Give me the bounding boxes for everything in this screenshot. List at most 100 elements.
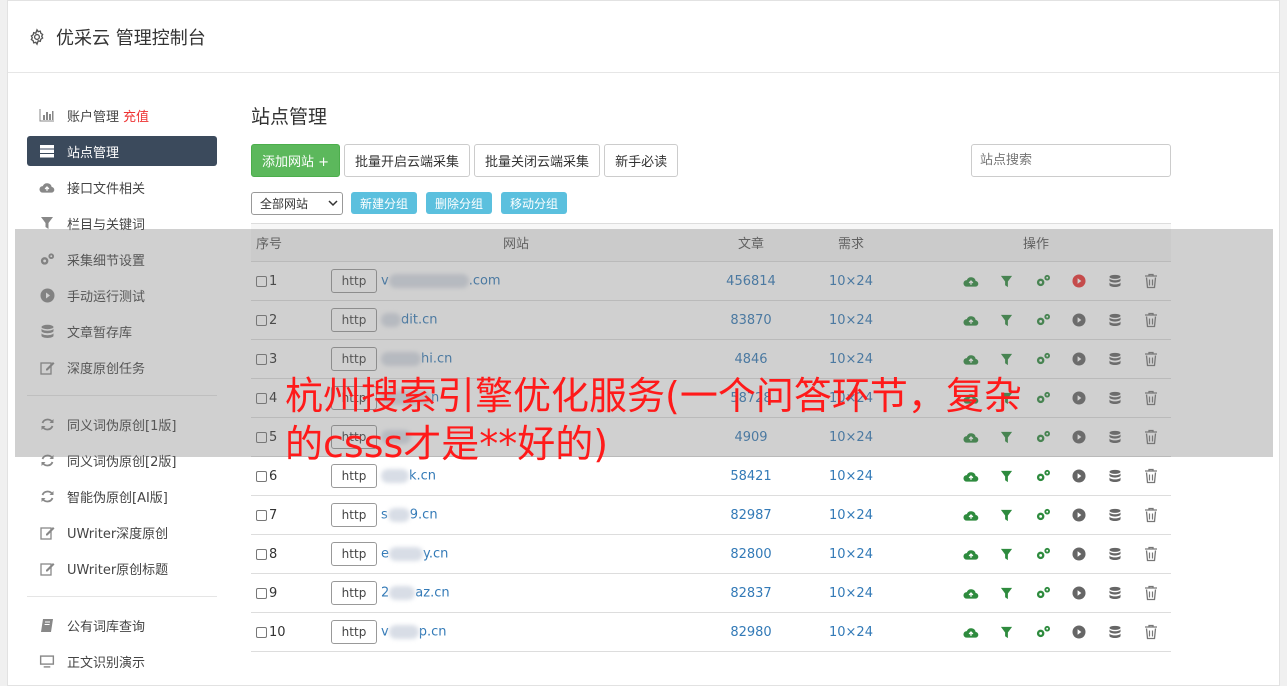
new-group-button[interactable]: 新建分组 xyxy=(351,192,418,214)
sidebar-item-10[interactable]: 智能伪原创[AI版] xyxy=(27,478,217,514)
demand-value[interactable]: 10×24 xyxy=(801,534,901,574)
site-domain-suffix[interactable]: az.cn xyxy=(415,586,449,601)
database-icon[interactable] xyxy=(1105,389,1124,408)
trash-icon[interactable] xyxy=(1141,389,1160,408)
database-icon[interactable] xyxy=(1105,311,1124,330)
cogs-icon[interactable] xyxy=(1033,506,1052,525)
row-checkbox[interactable] xyxy=(256,626,267,638)
batch-close-cloud-button[interactable]: 批量关闭云端采集 xyxy=(474,143,601,177)
row-checkbox[interactable] xyxy=(256,509,267,521)
demand-value[interactable]: 10×24 xyxy=(801,573,901,613)
article-count[interactable]: 83870 xyxy=(701,300,801,340)
http-button[interactable]: http xyxy=(331,581,377,605)
site-domain-prefix[interactable]: v xyxy=(381,625,389,640)
http-button[interactable]: http xyxy=(331,308,377,332)
delete-group-button[interactable]: 删除分组 xyxy=(426,192,493,214)
row-checkbox[interactable] xyxy=(256,431,267,443)
cloud-upload-icon[interactable] xyxy=(961,506,980,525)
database-icon[interactable] xyxy=(1105,584,1124,603)
row-checkbox[interactable] xyxy=(256,314,267,326)
article-count[interactable]: 82980 xyxy=(701,612,801,652)
filter-icon[interactable] xyxy=(997,311,1016,330)
filter-icon[interactable] xyxy=(997,623,1016,642)
article-count[interactable]: 456814 xyxy=(701,261,801,301)
sidebar-item-4[interactable]: 采集细节设置 xyxy=(27,241,217,277)
demand-value[interactable]: 10×24 xyxy=(801,300,901,340)
sidebar-item-3[interactable]: 栏目与关键词 xyxy=(27,205,217,241)
move-group-button[interactable]: 移动分组 xyxy=(501,192,568,214)
trash-icon[interactable] xyxy=(1141,350,1160,369)
trash-icon[interactable] xyxy=(1141,545,1160,564)
trash-icon[interactable] xyxy=(1141,584,1160,603)
recharge-link[interactable]: 充值 xyxy=(123,106,149,125)
play-circle-icon[interactable] xyxy=(1069,506,1088,525)
demand-value[interactable]: 10×24 xyxy=(801,495,901,535)
http-button[interactable]: http xyxy=(331,269,377,293)
row-checkbox[interactable] xyxy=(256,275,267,287)
demand-value[interactable]: 10×24 xyxy=(801,261,901,301)
trash-icon[interactable] xyxy=(1141,506,1160,525)
play-circle-icon[interactable] xyxy=(1069,545,1088,564)
cogs-icon[interactable] xyxy=(1033,272,1052,291)
sidebar-item-6[interactable]: 文章暂存库 xyxy=(27,313,217,349)
cloud-upload-icon[interactable] xyxy=(961,584,980,603)
http-button[interactable]: http xyxy=(331,542,377,566)
play-circle-icon[interactable] xyxy=(1069,272,1088,291)
filter-icon[interactable] xyxy=(997,584,1016,603)
site-search-input[interactable] xyxy=(971,143,1171,177)
cloud-upload-icon[interactable] xyxy=(961,350,980,369)
http-button[interactable]: http xyxy=(331,620,377,644)
sidebar-item-11[interactable]: UWriter深度原创 xyxy=(27,514,217,550)
filter-icon[interactable] xyxy=(997,272,1016,291)
newbie-guide-button[interactable]: 新手必读 xyxy=(604,143,679,177)
cogs-icon[interactable] xyxy=(1033,623,1052,642)
cogs-icon[interactable] xyxy=(1033,350,1052,369)
filter-icon[interactable] xyxy=(997,350,1016,369)
play-circle-icon[interactable] xyxy=(1069,311,1088,330)
cloud-upload-icon[interactable] xyxy=(961,467,980,486)
database-icon[interactable] xyxy=(1105,272,1124,291)
site-domain-prefix[interactable]: 2 xyxy=(381,586,389,601)
sidebar-item-0[interactable]: 账户管理 充值 xyxy=(27,97,217,133)
batch-open-cloud-button[interactable]: 批量开启云端采集 xyxy=(344,143,471,177)
add-site-button[interactable]: 添加网站 + xyxy=(251,143,341,177)
row-checkbox[interactable] xyxy=(256,353,267,365)
trash-icon[interactable] xyxy=(1141,623,1160,642)
article-count[interactable]: 82837 xyxy=(701,573,801,613)
trash-icon[interactable] xyxy=(1141,311,1160,330)
play-circle-icon[interactable] xyxy=(1069,389,1088,408)
play-circle-icon[interactable] xyxy=(1069,584,1088,603)
filter-icon[interactable] xyxy=(997,506,1016,525)
trash-icon[interactable] xyxy=(1141,272,1160,291)
sidebar-item-14[interactable]: 正文识别演示 xyxy=(27,643,217,679)
sidebar-item-7[interactable]: 深度原创任务 xyxy=(27,349,217,385)
cogs-icon[interactable] xyxy=(1033,311,1052,330)
sidebar-item-5[interactable]: 手动运行测试 xyxy=(27,277,217,313)
row-checkbox[interactable] xyxy=(256,587,267,599)
play-circle-icon[interactable] xyxy=(1069,350,1088,369)
http-button[interactable]: http xyxy=(331,503,377,527)
play-circle-icon[interactable] xyxy=(1069,467,1088,486)
database-icon[interactable] xyxy=(1105,467,1124,486)
cogs-icon[interactable] xyxy=(1033,584,1052,603)
play-circle-icon[interactable] xyxy=(1069,623,1088,642)
sidebar-item-2[interactable]: 接口文件相关 xyxy=(27,169,217,205)
site-domain-suffix[interactable]: hi.cn xyxy=(421,352,452,367)
row-checkbox[interactable] xyxy=(256,470,267,482)
filter-icon[interactable] xyxy=(997,467,1016,486)
trash-icon[interactable] xyxy=(1141,467,1160,486)
row-checkbox[interactable] xyxy=(256,548,267,560)
http-button[interactable]: http xyxy=(331,347,377,371)
trash-icon[interactable] xyxy=(1141,428,1160,447)
site-domain-suffix[interactable]: dit.cn xyxy=(401,313,437,328)
site-domain-suffix[interactable]: 9.cn xyxy=(410,508,438,523)
sidebar-item-12[interactable]: UWriter原创标题 xyxy=(27,550,217,586)
cloud-upload-icon[interactable] xyxy=(961,272,980,291)
database-icon[interactable] xyxy=(1105,623,1124,642)
site-domain-prefix[interactable]: v xyxy=(381,274,389,289)
cloud-upload-icon[interactable] xyxy=(961,311,980,330)
site-domain-suffix[interactable]: p.cn xyxy=(419,625,447,640)
database-icon[interactable] xyxy=(1105,545,1124,564)
article-count[interactable]: 82800 xyxy=(701,534,801,574)
sidebar-item-1[interactable]: 站点管理 xyxy=(27,136,217,166)
